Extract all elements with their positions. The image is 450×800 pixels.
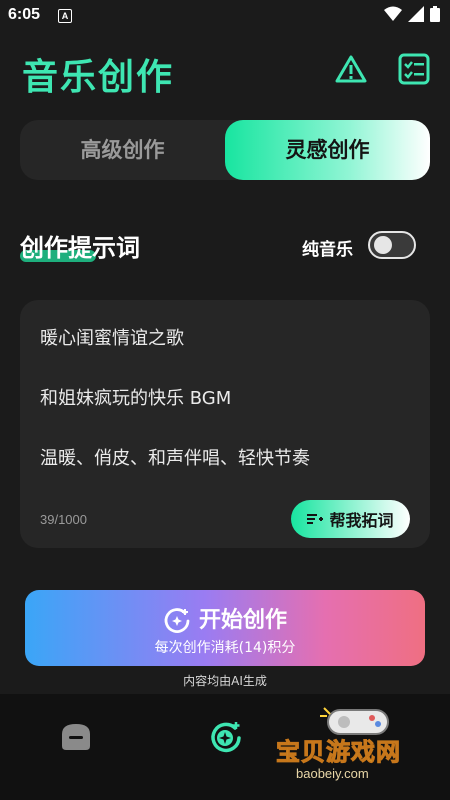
page-title: 音乐创作: [22, 57, 175, 98]
start-label: 开始创作: [198, 608, 287, 633]
watermark: 宝贝游戏网 baobeiy.com: [270, 700, 445, 790]
checklist-icon[interactable]: [397, 52, 431, 86]
watermark-url: baobeiy.com: [296, 766, 369, 781]
expand-words-button[interactable]: 帮我拓词: [291, 500, 410, 538]
warning-triangle-icon[interactable]: [334, 52, 368, 86]
start-cost: 每次创作消耗(14)积分: [154, 640, 296, 656]
tab-advanced[interactable]: 高级创作: [20, 120, 225, 180]
wifi-icon: [384, 6, 402, 21]
battery-icon: [430, 6, 440, 22]
mode-tabs: 高级创作 灵感创作: [20, 120, 430, 180]
notification-a-icon: A: [58, 9, 72, 23]
sparkle-refresh-icon: [164, 608, 190, 633]
prompt-line: 温暖、俏皮、和声伴唱、轻快节奏: [40, 448, 310, 469]
char-counter: 39/1000: [40, 512, 87, 527]
start-create-button[interactable]: 开始创作 每次创作消耗(14)积分: [25, 590, 425, 666]
home-icon[interactable]: [58, 720, 94, 752]
pure-music-toggle[interactable]: [368, 231, 416, 259]
prompt-card[interactable]: 暖心闺蜜情谊之歌 和姐妹疯玩的快乐 BGM 温暖、俏皮、和声伴唱、轻快节奏 39…: [20, 300, 430, 548]
tab-inspiration[interactable]: 灵感创作: [225, 120, 430, 180]
status-bar: 6:05 A: [0, 0, 450, 32]
expand-words-label: 帮我拓词: [329, 511, 394, 530]
list-edit-icon: [307, 514, 324, 524]
toggle-knob: [374, 236, 392, 254]
pure-music-label: 纯音乐: [302, 240, 353, 260]
prompt-line: 暖心闺蜜情谊之歌: [40, 328, 184, 349]
section-title: 创作提示词: [20, 234, 140, 262]
start-main: 开始创作: [25, 602, 425, 635]
ai-note: 内容均由AI生成: [183, 674, 267, 688]
create-icon[interactable]: [207, 720, 243, 756]
status-time: 6:05: [8, 6, 41, 23]
signal-icon: [408, 6, 424, 22]
prompt-line: 和姐妹疯玩的快乐 BGM: [40, 388, 232, 409]
status-icons: [384, 6, 440, 22]
watermark-text: 宝贝游戏网: [276, 738, 401, 767]
